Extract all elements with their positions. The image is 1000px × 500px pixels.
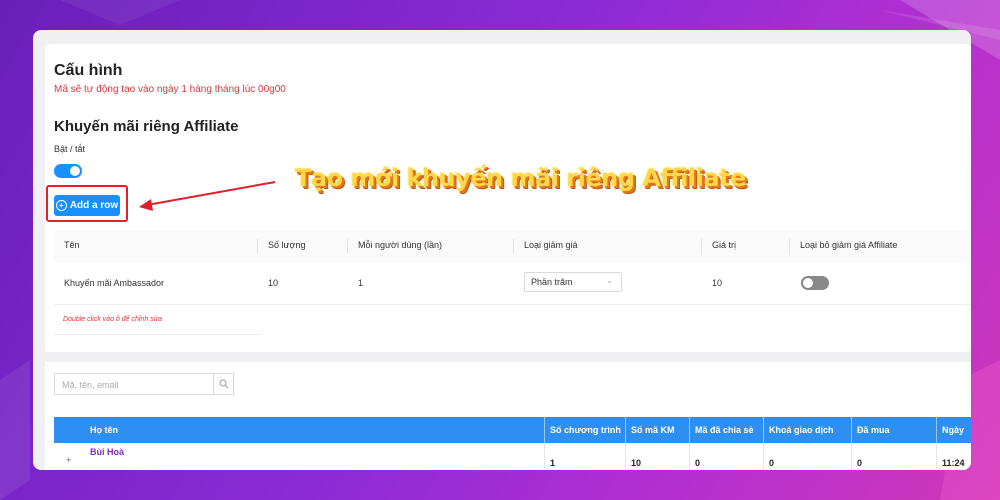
search-input[interactable]: Mã, tên, email xyxy=(54,373,214,395)
discount-type-select[interactable]: Phần trăm ⌄ xyxy=(524,272,622,292)
chevron-down-icon: ⌄ xyxy=(606,276,613,285)
cell-bought: 0 xyxy=(857,458,863,468)
plus-circle-icon: + xyxy=(55,200,67,211)
col-codes: Số mã KM xyxy=(631,425,675,435)
col-bought: Đã mua xyxy=(857,425,890,435)
remove-affiliate-toggle[interactable] xyxy=(801,276,829,290)
col-divider xyxy=(789,239,790,253)
col-divider xyxy=(544,417,545,443)
affiliate-toggle[interactable] xyxy=(54,164,82,178)
col-divider xyxy=(701,239,702,253)
table-row[interactable]: Khuyến mãi Ambassador 10 1 Phần trăm ⌄ 1… xyxy=(54,262,971,305)
col-divider xyxy=(544,443,545,470)
col-fullname: Họ tên xyxy=(90,425,118,435)
affiliate-title: Khuyến mãi riêng Affiliate xyxy=(54,118,239,135)
main-panel: Cấu hình Mã sẽ tự động tạo vào ngày 1 hà… xyxy=(33,30,971,470)
col-divider xyxy=(851,443,852,470)
config-subtitle: Mã sẽ tự động tạo vào ngày 1 hàng tháng … xyxy=(54,84,286,95)
cell-codes: 10 xyxy=(631,458,642,468)
cell-locked: 0 xyxy=(769,458,775,468)
members-table-header: Họ tên Số chương trình Số mã KM Mã đã ch… xyxy=(54,417,971,443)
col-divider xyxy=(257,239,258,253)
row-per-user[interactable]: 1 xyxy=(358,278,363,288)
col-divider xyxy=(625,417,626,443)
cell-shared: 0 xyxy=(695,458,701,468)
col-divider xyxy=(689,417,690,443)
cell-date: 11:24 xyxy=(942,458,965,468)
col-programs: Số chương trình xyxy=(550,425,621,435)
col-shared: Mã đã chia sẻ xyxy=(695,425,754,435)
col-divider xyxy=(513,239,514,253)
table-row[interactable]: + Bùi Hoà 1 10 0 0 0 11:24 xyxy=(54,443,971,470)
col-quantity: Số lượng xyxy=(268,240,306,250)
col-divider xyxy=(689,443,690,470)
config-title: Cấu hình xyxy=(54,62,123,79)
col-divider xyxy=(936,417,937,443)
search-placeholder: Mã, tên, email xyxy=(62,380,119,390)
toggle-label: Bật / tắt xyxy=(54,144,86,154)
search-button[interactable] xyxy=(214,373,234,395)
search-icon xyxy=(218,379,228,389)
col-divider xyxy=(625,443,626,470)
red-arrow-icon xyxy=(139,181,276,211)
row-quantity[interactable]: 10 xyxy=(268,278,278,288)
col-divider xyxy=(851,417,852,443)
col-discount-type: Loại giảm giá xyxy=(524,240,578,250)
promo-table-header: Tên Số lượng Mỗi người dùng (lần) Loại g… xyxy=(54,230,971,263)
col-per-user: Mỗi người dùng (lần) xyxy=(358,240,442,250)
cell-programs: 1 xyxy=(550,458,556,468)
col-remove-affiliate: Loại bỏ giảm giá Affiliate xyxy=(800,240,898,250)
col-name: Tên xyxy=(64,240,80,250)
col-date: Ngày xyxy=(942,425,965,435)
add-row-button[interactable]: + Add a row xyxy=(54,195,120,216)
members-card: Mã, tên, email Họ tên Số chương trình Số… xyxy=(45,362,971,470)
annotation-callout: Tạo mới khuyến mãi riêng Affiliate xyxy=(295,164,746,192)
expand-row-button[interactable]: + xyxy=(66,455,71,465)
edit-hint: Double click vào ô để chỉnh sửa xyxy=(63,316,162,323)
add-row-label: Add a row xyxy=(69,200,119,211)
col-divider xyxy=(763,443,764,470)
col-locked: Khoá giao dịch xyxy=(769,425,834,435)
member-name-link[interactable]: Bùi Hoà xyxy=(90,447,124,457)
col-divider xyxy=(936,443,937,470)
col-divider xyxy=(763,417,764,443)
divider xyxy=(54,334,261,335)
discount-type-value: Phần trăm xyxy=(531,277,573,287)
row-value[interactable]: 10 xyxy=(712,278,722,288)
row-name[interactable]: Khuyến mãi Ambassador xyxy=(64,278,164,288)
col-divider xyxy=(347,239,348,253)
col-value: Giá trị xyxy=(712,240,737,250)
